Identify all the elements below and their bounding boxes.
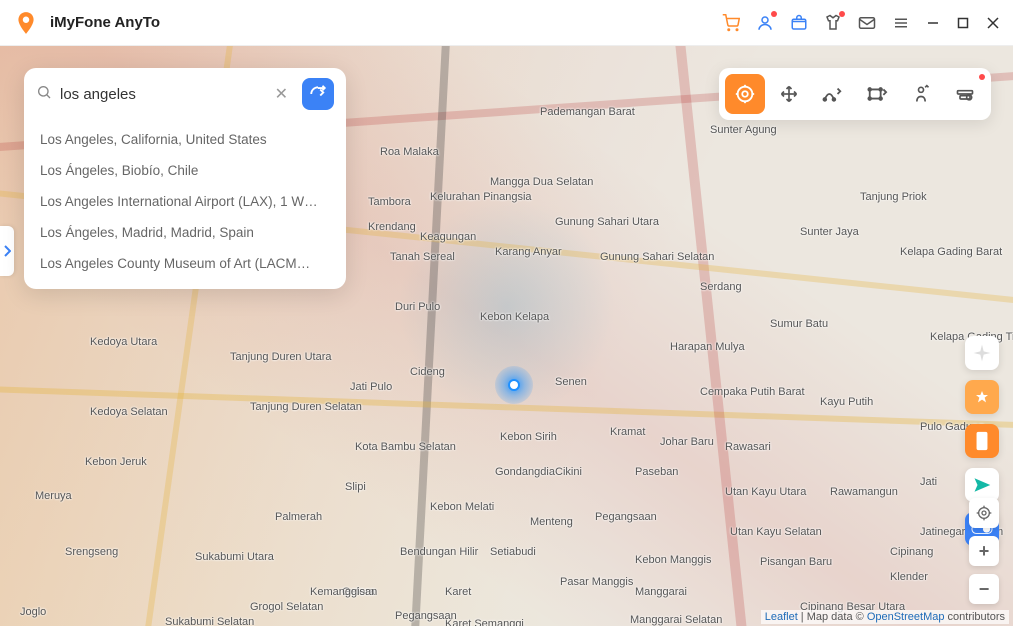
cart-icon[interactable] — [721, 13, 741, 33]
mode-teleport[interactable] — [725, 74, 765, 114]
suggestion-item[interactable]: Los Ángeles, Madrid, Madrid, Spain — [24, 217, 346, 248]
close-button[interactable] — [985, 15, 1001, 31]
search-panel: ✕ Los Angeles, California, United States… — [24, 68, 346, 289]
shirt-icon[interactable] — [823, 13, 843, 33]
mode-jump-teleport[interactable] — [901, 74, 941, 114]
current-location-marker — [495, 366, 533, 404]
search-row: ✕ — [24, 68, 346, 120]
suggestion-item[interactable]: Los Angeles, California, United States — [24, 124, 346, 155]
search-go-button[interactable] — [302, 78, 334, 110]
mail-icon[interactable] — [857, 13, 877, 33]
map-attribution: Leaflet | Map data © OpenStreetMap contr… — [761, 610, 1009, 624]
osm-link[interactable]: OpenStreetMap — [867, 611, 945, 623]
search-icon — [36, 84, 52, 105]
drawer-expand-tab[interactable] — [0, 226, 14, 276]
map-controls: + − — [969, 498, 999, 604]
locate-me-button[interactable] — [969, 498, 999, 528]
rail-compass-button[interactable] — [965, 336, 999, 370]
rail-device-button[interactable] — [965, 424, 999, 458]
mode-toolbar — [719, 68, 991, 120]
mode-joystick[interactable] — [769, 74, 809, 114]
search-suggestions: Los Angeles, California, United StatesLo… — [24, 120, 346, 289]
zoom-in-button[interactable]: + — [969, 536, 999, 566]
map-viewport[interactable]: Pademangan BaratSunter AgungMangga Dua S… — [0, 46, 1013, 626]
titlebar-actions — [721, 13, 1001, 33]
mode-history[interactable] — [945, 74, 985, 114]
app-title: iMyFone AnyTo — [50, 14, 160, 31]
rail-favorite-button[interactable] — [965, 380, 999, 414]
mode-multi-spot[interactable] — [857, 74, 897, 114]
suggestion-item[interactable]: Los Ángeles, Biobío, Chile — [24, 155, 346, 186]
app-logo — [12, 9, 40, 37]
account-icon[interactable] — [755, 13, 775, 33]
package-icon[interactable] — [789, 13, 809, 33]
zoom-out-button[interactable]: − — [969, 574, 999, 604]
minimize-button[interactable] — [925, 15, 941, 31]
menu-icon[interactable] — [891, 13, 911, 33]
mode-two-spot[interactable] — [813, 74, 853, 114]
maximize-button[interactable] — [955, 15, 971, 31]
leaflet-link[interactable]: Leaflet — [765, 611, 798, 623]
search-input[interactable] — [60, 86, 261, 103]
clear-search-button[interactable]: ✕ — [269, 84, 294, 104]
titlebar: iMyFone AnyTo — [0, 0, 1013, 46]
suggestion-item[interactable]: Los Angeles International Airport (LAX),… — [24, 186, 346, 217]
rail-send-button[interactable] — [965, 468, 999, 502]
suggestion-item[interactable]: Los Angeles County Museum of Art (LACM… — [24, 248, 346, 279]
